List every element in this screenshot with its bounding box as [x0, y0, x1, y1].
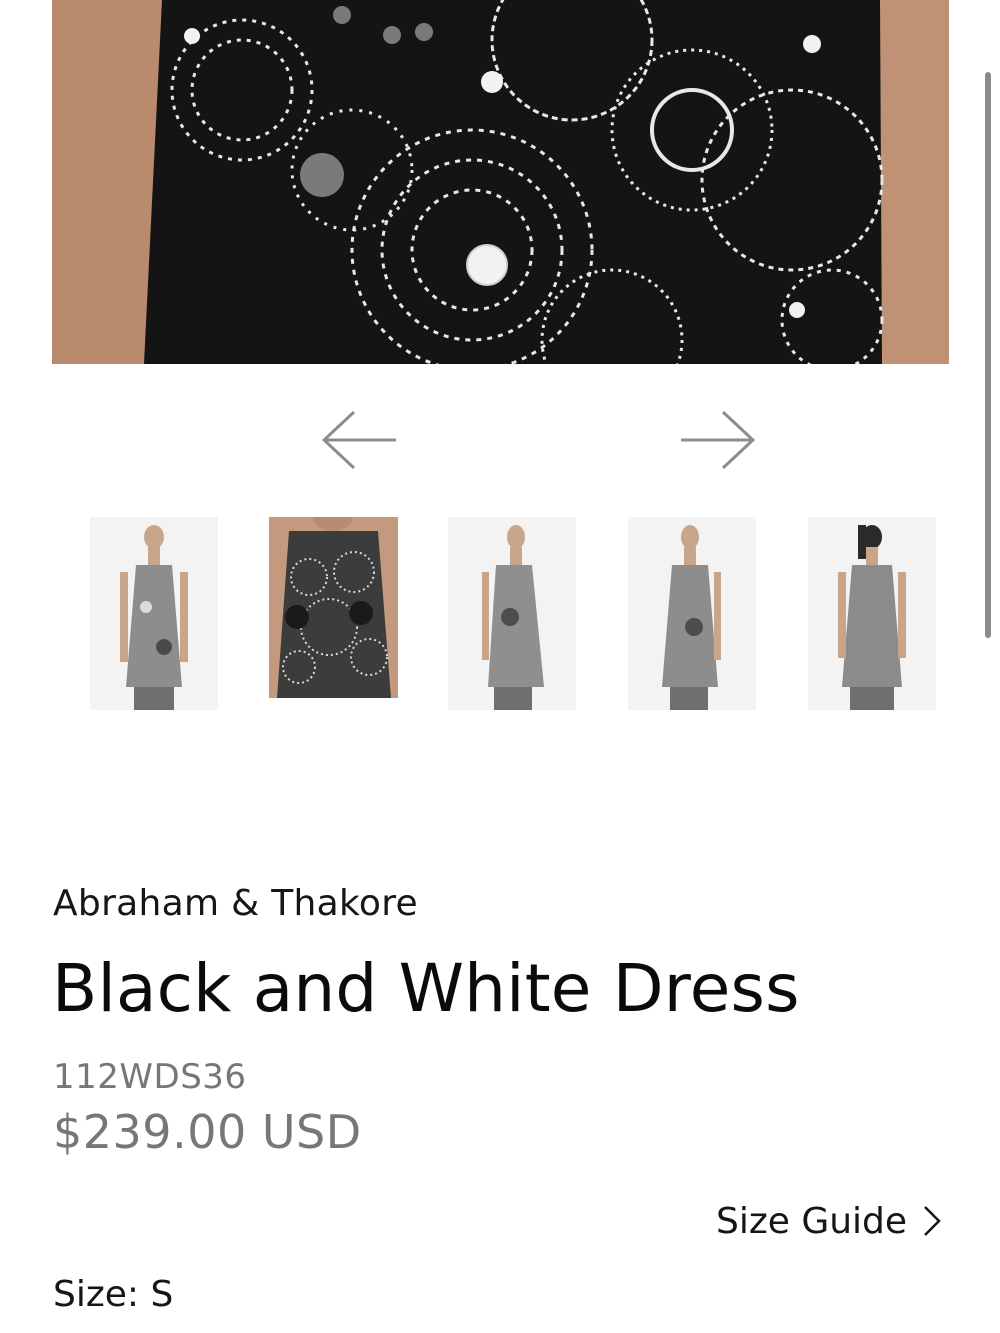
size-guide-link[interactable]: Size Guide	[716, 1198, 943, 1244]
product-title: Black and White Dress	[52, 950, 800, 1027]
chevron-right-icon	[924, 1206, 941, 1236]
thumbnail-side-left[interactable]	[448, 517, 576, 710]
dress-front-thumbnail	[90, 517, 218, 710]
brand-name[interactable]: Abraham & Thakore	[53, 883, 418, 924]
arrow-left-icon	[321, 410, 396, 470]
dress-closeup-thumbnail	[269, 517, 398, 698]
dress-side-right-thumbnail	[628, 517, 756, 710]
page-scrollbar[interactable]	[985, 72, 991, 638]
next-image-button[interactable]	[679, 410, 756, 470]
product-price: $239.00 USD	[53, 1105, 362, 1159]
dress-side-left-thumbnail	[448, 517, 576, 710]
product-sku: 112WDS36	[53, 1057, 247, 1097]
thumbnail-back[interactable]	[808, 517, 936, 710]
dress-back-thumbnail	[808, 517, 936, 710]
thumbnail-front[interactable]	[90, 517, 218, 710]
previous-image-button[interactable]	[321, 410, 398, 470]
arrow-right-icon	[681, 410, 756, 470]
thumbnail-closeup[interactable]	[269, 517, 398, 698]
main-product-image[interactable]	[52, 0, 949, 364]
size-guide-label: Size Guide	[716, 1200, 908, 1242]
size-selector-label[interactable]: Size: S	[53, 1274, 173, 1315]
thumbnail-side-right[interactable]	[628, 517, 756, 710]
